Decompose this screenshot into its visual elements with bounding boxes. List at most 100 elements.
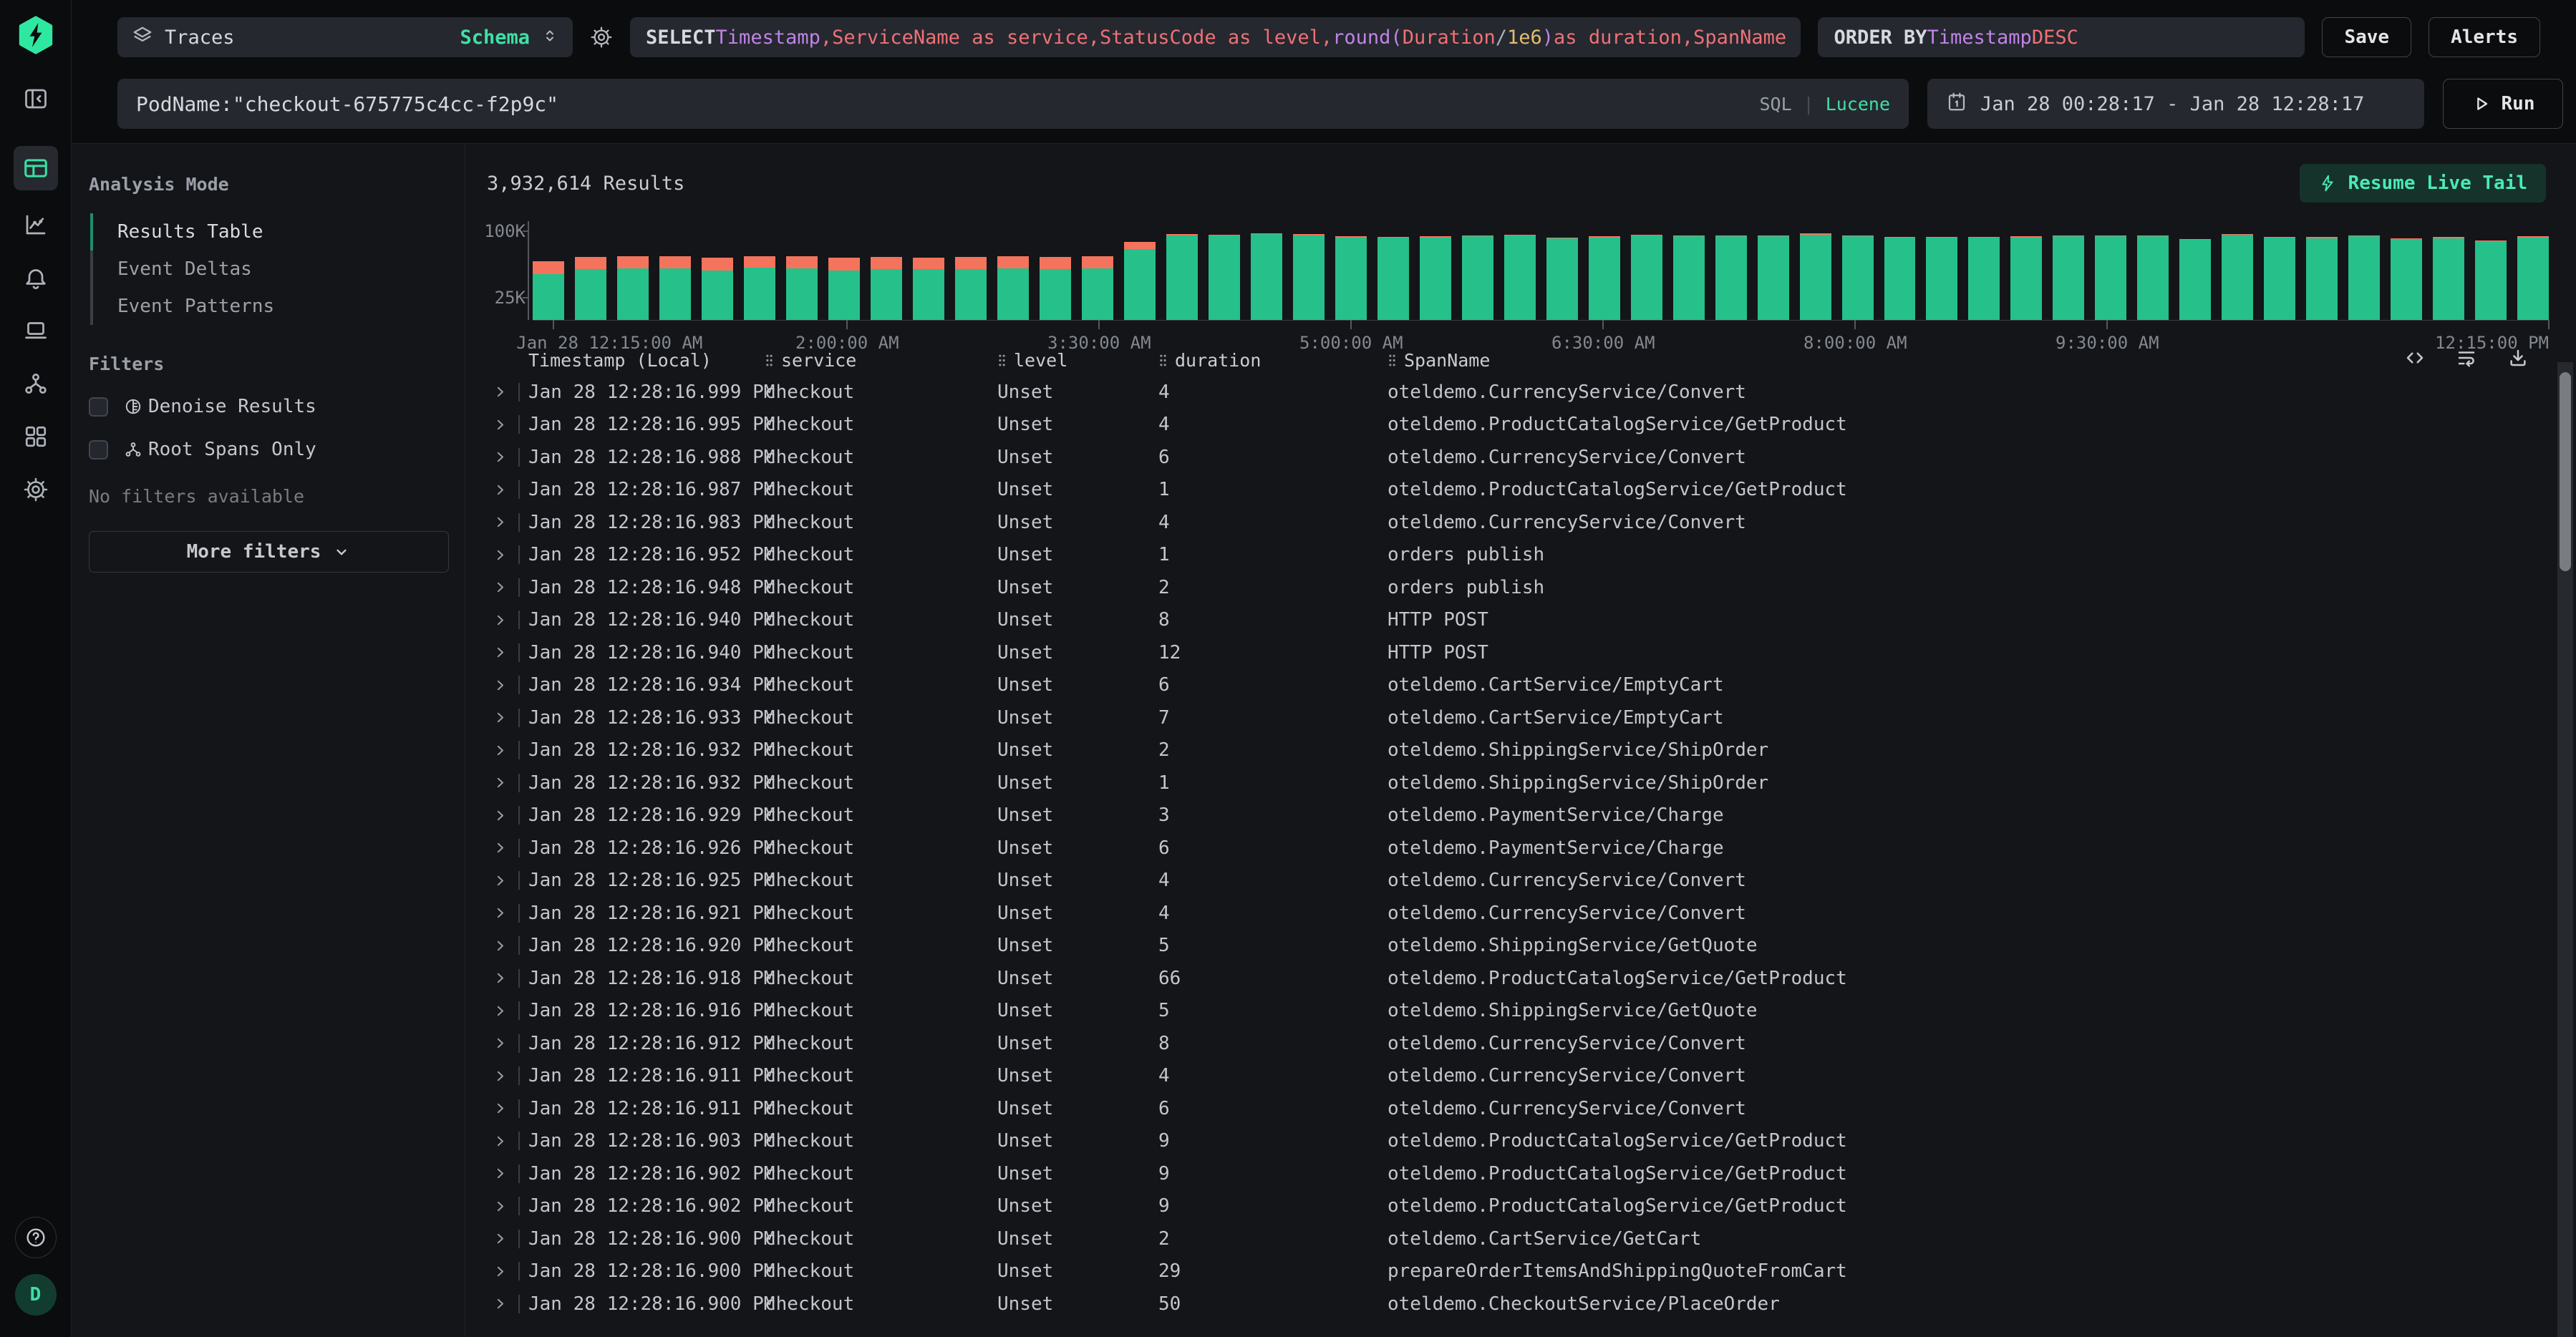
histogram-bar[interactable]: [997, 256, 1029, 320]
expand-row-icon[interactable]: [487, 840, 518, 855]
expand-row-icon[interactable]: [487, 384, 518, 399]
expand-row-icon[interactable]: [487, 580, 518, 595]
alerts-button[interactable]: Alerts: [2429, 17, 2540, 57]
histogram-bar[interactable]: [2137, 235, 2169, 320]
more-filters-button[interactable]: More filters: [89, 531, 449, 573]
chart-icon[interactable]: [17, 206, 54, 243]
table-row[interactable]: Jan 28 12:28:16.952 PMcheckoutUnset1orde…: [487, 539, 2550, 572]
column-spanname[interactable]: SpanName: [1363, 350, 2550, 371]
expand-row-icon[interactable]: [487, 1134, 518, 1149]
histogram-bar[interactable]: [2053, 235, 2084, 320]
column-level[interactable]: level: [973, 350, 1134, 371]
histogram-bar[interactable]: [617, 256, 649, 320]
histogram-bar[interactable]: [575, 257, 606, 320]
histogram-bar[interactable]: [1884, 237, 1916, 320]
table-row[interactable]: Jan 28 12:28:16.920 PMcheckoutUnset5otel…: [487, 930, 2550, 963]
table-row[interactable]: Jan 28 12:28:16.940 PMcheckoutUnset8HTTP…: [487, 604, 2550, 637]
histogram-bar[interactable]: [1631, 235, 1662, 320]
histogram-bar[interactable]: [2306, 237, 2338, 320]
histogram-bar[interactable]: [702, 258, 733, 320]
source-settings-gear-icon[interactable]: [590, 26, 613, 49]
root-spans-checkbox[interactable]: [89, 440, 108, 460]
orderby-input[interactable]: ORDER BY Timestamp DESC: [1818, 17, 2305, 57]
table-row[interactable]: Jan 28 12:28:16.925 PMcheckoutUnset4otel…: [487, 865, 2550, 898]
run-button[interactable]: Run: [2443, 79, 2563, 129]
search-table-icon[interactable]: [14, 146, 58, 190]
histogram-bar[interactable]: [1842, 235, 1874, 320]
drag-handle-icon[interactable]: [765, 354, 774, 367]
service-map-icon[interactable]: [17, 365, 54, 402]
expand-row-icon[interactable]: [487, 548, 518, 563]
lang-sql-option[interactable]: SQL: [1759, 94, 1791, 115]
table-row[interactable]: Jan 28 12:28:16.918 PMcheckoutUnset66ote…: [487, 962, 2550, 995]
histogram-bar[interactable]: [2475, 240, 2507, 320]
wrap-text-icon[interactable]: [2456, 347, 2477, 369]
table-row[interactable]: Jan 28 12:28:16.903 PMcheckoutUnset9otel…: [487, 1125, 2550, 1158]
table-row[interactable]: Jan 28 12:28:16.902 PMcheckoutUnset9otel…: [487, 1190, 2550, 1223]
expand-row-icon[interactable]: [487, 1199, 518, 1214]
filter-denoise-results[interactable]: Denoise Results: [89, 396, 449, 417]
histogram-bar[interactable]: [2010, 236, 2042, 320]
table-row[interactable]: Jan 28 12:28:16.995 PMcheckoutUnset4otel…: [487, 409, 2550, 442]
expand-row-icon[interactable]: [487, 743, 518, 758]
drag-handle-icon[interactable]: [997, 354, 1007, 367]
histogram-bar[interactable]: [955, 257, 987, 320]
expand-row-icon[interactable]: [487, 678, 518, 693]
table-row[interactable]: Jan 28 12:28:16.929 PMcheckoutUnset3otel…: [487, 799, 2550, 832]
expand-row-icon[interactable]: [487, 1166, 518, 1181]
hyperdx-logo-icon[interactable]: [16, 16, 55, 54]
expand-row-icon[interactable]: [487, 1231, 518, 1246]
expand-row-icon[interactable]: [487, 645, 518, 660]
histogram-bar[interactable]: [1124, 242, 1156, 320]
expand-row-icon[interactable]: [487, 1101, 518, 1116]
histogram-bar[interactable]: [1420, 236, 1451, 320]
histogram-bar[interactable]: [2391, 238, 2422, 320]
table-row[interactable]: Jan 28 12:28:16.983 PMcheckoutUnset4otel…: [487, 506, 2550, 539]
expand-row-icon[interactable]: [487, 710, 518, 725]
table-row[interactable]: Jan 28 12:28:16.921 PMcheckoutUnset4otel…: [487, 897, 2550, 930]
expand-row-icon[interactable]: [487, 515, 518, 530]
table-row[interactable]: Jan 28 12:28:16.940 PMcheckoutUnset12HTT…: [487, 636, 2550, 669]
histogram-bar[interactable]: [913, 258, 944, 320]
table-row[interactable]: Jan 28 12:28:16.902 PMcheckoutUnset9otel…: [487, 1157, 2550, 1190]
save-button[interactable]: Save: [2322, 17, 2411, 57]
table-row[interactable]: Jan 28 12:28:16.932 PMcheckoutUnset1otel…: [487, 767, 2550, 799]
table-row[interactable]: Jan 28 12:28:16.933 PMcheckoutUnset7otel…: [487, 701, 2550, 734]
table-row[interactable]: Jan 28 12:28:16.900 PMcheckoutUnset2otel…: [487, 1222, 2550, 1255]
user-avatar[interactable]: D: [15, 1274, 57, 1316]
table-row[interactable]: Jan 28 12:28:16.911 PMcheckoutUnset4otel…: [487, 1060, 2550, 1093]
histogram-bar[interactable]: [2095, 235, 2126, 320]
expand-row-icon[interactable]: [487, 1069, 518, 1084]
histogram-bar[interactable]: [871, 257, 902, 320]
table-row[interactable]: Jan 28 12:28:16.932 PMcheckoutUnset2otel…: [487, 734, 2550, 767]
collapse-panel-icon[interactable]: [17, 80, 54, 117]
histogram-bar[interactable]: [2517, 236, 2549, 320]
histogram-bar[interactable]: [1462, 235, 1493, 320]
histogram-bar[interactable]: [1040, 257, 1071, 320]
histogram-bar[interactable]: [1335, 236, 1367, 320]
drag-handle-icon[interactable]: [1388, 354, 1397, 367]
histogram-bar[interactable]: [1715, 235, 1747, 320]
expand-row-icon[interactable]: [487, 417, 518, 432]
column-timestamp[interactable]: Timestamp (Local): [524, 350, 740, 371]
filter-root-spans[interactable]: Root Spans Only: [89, 439, 449, 460]
table-row[interactable]: Jan 28 12:28:16.911 PMcheckoutUnset6otel…: [487, 1092, 2550, 1125]
help-icon[interactable]: [15, 1217, 57, 1258]
alerts-bell-icon[interactable]: [17, 259, 54, 296]
histogram-bar[interactable]: [1377, 237, 1409, 320]
histogram-bar[interactable]: [1589, 236, 1620, 320]
mode-results-table[interactable]: Results Table: [90, 213, 449, 251]
table-row[interactable]: Jan 28 12:28:16.987 PMcheckoutUnset1otel…: [487, 474, 2550, 507]
client-sessions-icon[interactable]: [17, 312, 54, 349]
expand-row-icon[interactable]: [487, 905, 518, 920]
source-selector[interactable]: Traces Schema: [117, 17, 573, 57]
settings-gear-icon[interactable]: [17, 471, 54, 508]
histogram-bar[interactable]: [659, 256, 691, 320]
time-range-picker[interactable]: Jan 28 00:28:17 - Jan 28 12:28:17: [1927, 79, 2424, 129]
table-row[interactable]: Jan 28 12:28:16.900 PMcheckoutUnset50ote…: [487, 1288, 2550, 1321]
table-row[interactable]: Jan 28 12:28:16.916 PMcheckoutUnset5otel…: [487, 995, 2550, 1028]
histogram-bar[interactable]: [1800, 233, 1831, 320]
histogram-bar[interactable]: [2179, 239, 2211, 320]
histogram-bar[interactable]: [744, 256, 775, 320]
expand-row-icon[interactable]: [487, 613, 518, 628]
